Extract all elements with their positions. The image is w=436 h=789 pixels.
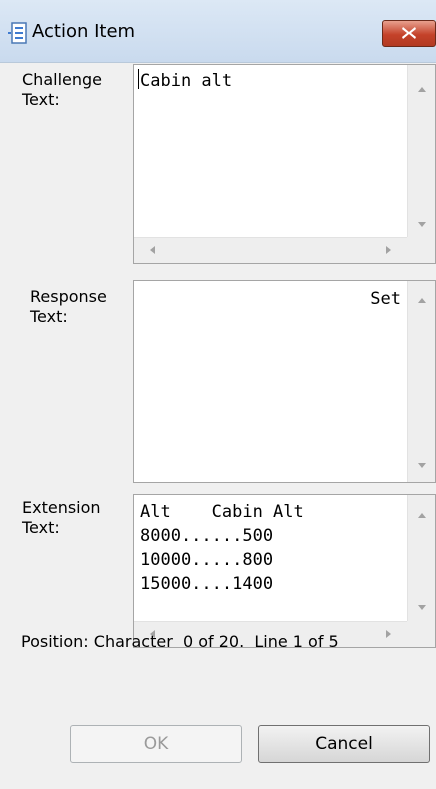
extension-label-line2: Text: [22, 518, 60, 537]
extension-vertical-scrollbar[interactable] [407, 495, 435, 623]
extension-line-3[interactable]: 10000.....800 [140, 548, 273, 572]
response-vertical-scrollbar[interactable] [407, 281, 435, 482]
challenge-vertical-scrollbar[interactable] [407, 65, 435, 239]
scroll-right-arrow-icon[interactable] [386, 630, 391, 638]
scrollbar-corner [407, 237, 435, 263]
challenge-label-line1: Challenge [22, 70, 102, 89]
response-label-line2: Text: [30, 307, 68, 326]
challenge-text-area[interactable]: Cabin alt [133, 64, 436, 264]
challenge-horizontal-scrollbar[interactable] [134, 237, 409, 263]
list-icon [8, 22, 30, 44]
scroll-down-arrow-icon[interactable] [418, 463, 426, 468]
scroll-left-arrow-icon[interactable] [150, 246, 155, 254]
response-label-line1: Response [30, 287, 107, 306]
scroll-down-arrow-icon[interactable] [418, 605, 426, 610]
scroll-up-arrow-icon[interactable] [418, 87, 426, 92]
title-bar[interactable]: Action Item [0, 0, 436, 63]
scroll-up-arrow-icon[interactable] [418, 298, 426, 303]
response-text-area[interactable]: Set [133, 280, 436, 483]
close-icon [402, 27, 416, 39]
window-title: Action Item [32, 21, 136, 42]
close-button[interactable] [382, 20, 436, 47]
extension-label-line1: Extension [22, 498, 101, 517]
text-cursor [138, 69, 139, 89]
challenge-label: Challenge Text: [22, 70, 102, 110]
extension-label: Extension Text: [22, 498, 101, 538]
action-item-dialog: Action Item Challenge Text: Cabin alt Re… [0, 0, 436, 789]
extension-line-4[interactable]: 15000....1400 [140, 572, 273, 596]
challenge-label-line2: Text: [22, 90, 60, 109]
extension-text-area[interactable]: Alt Cabin Alt 8000......500 10000.....80… [133, 494, 436, 648]
challenge-text[interactable]: Cabin alt [140, 69, 232, 93]
position-status: Position: Character 0 of 20. Line 1 of 5 [21, 632, 339, 651]
response-label: Response Text: [30, 287, 107, 327]
scroll-down-arrow-icon[interactable] [418, 222, 426, 227]
cancel-button[interactable]: Cancel [258, 725, 430, 763]
scrollbar-corner [407, 621, 435, 647]
response-text[interactable]: Set [370, 287, 401, 311]
extension-line-2[interactable]: 8000......500 [140, 524, 273, 548]
extension-line-1[interactable]: Alt Cabin Alt [140, 500, 304, 524]
scroll-up-arrow-icon[interactable] [418, 513, 426, 518]
scroll-right-arrow-icon[interactable] [386, 246, 391, 254]
ok-button[interactable]: OK [70, 725, 242, 763]
